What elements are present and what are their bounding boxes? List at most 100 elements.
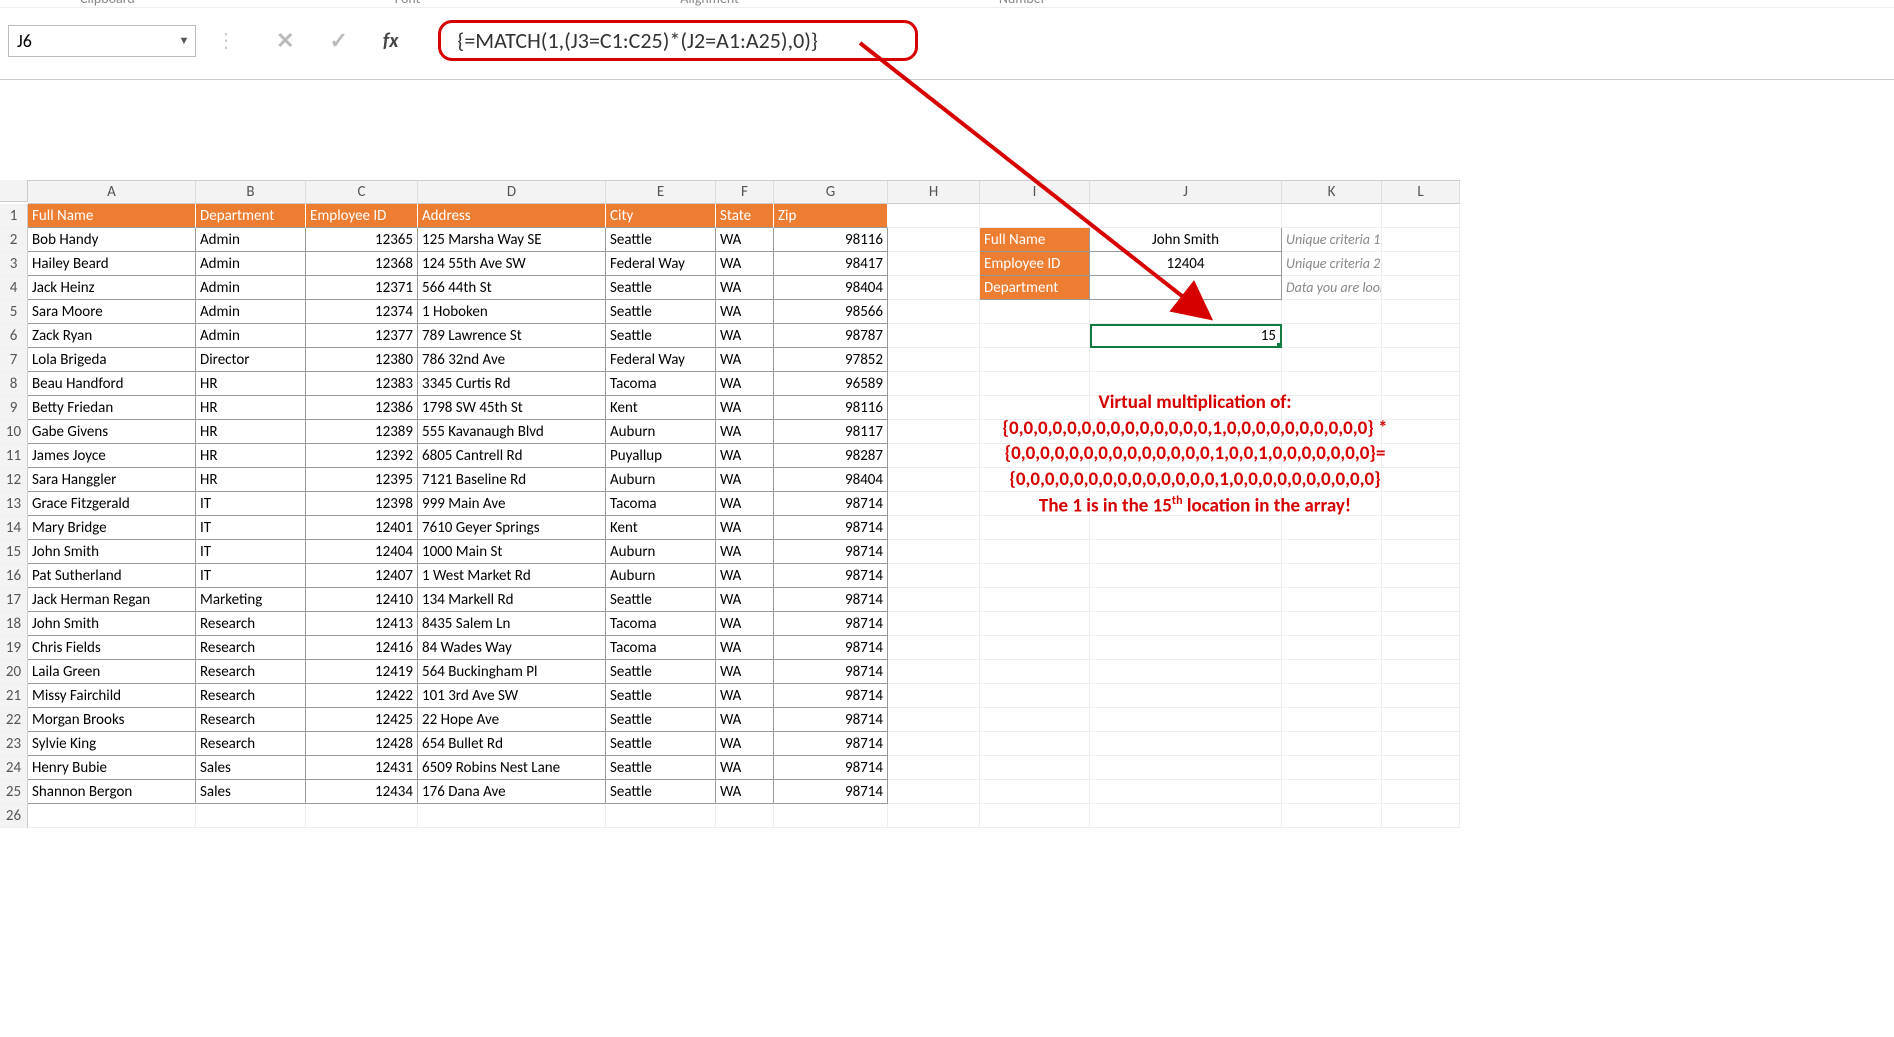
cell[interactable]: [1382, 540, 1460, 564]
cell[interactable]: [888, 708, 980, 732]
cell-name[interactable]: Mary Bridge: [28, 516, 196, 540]
cell[interactable]: [888, 252, 980, 276]
cell[interactable]: [1090, 684, 1282, 708]
cell[interactable]: [888, 516, 980, 540]
cell[interactable]: [980, 348, 1090, 372]
cell-city[interactable]: Seattle: [606, 228, 716, 252]
cell[interactable]: [1382, 780, 1460, 804]
cell[interactable]: [1282, 732, 1382, 756]
name-box-value[interactable]: J6: [9, 28, 173, 54]
cell-state[interactable]: WA: [716, 444, 774, 468]
cell-state[interactable]: WA: [716, 252, 774, 276]
col-header[interactable]: I: [980, 181, 1090, 204]
cell[interactable]: [606, 804, 716, 828]
cell[interactable]: [888, 612, 980, 636]
cell-id[interactable]: 12398: [306, 492, 418, 516]
cell[interactable]: [980, 516, 1090, 540]
cell-name[interactable]: Shannon Bergon: [28, 780, 196, 804]
cell[interactable]: [980, 780, 1090, 804]
cell-state[interactable]: WA: [716, 348, 774, 372]
cell-id[interactable]: 12413: [306, 612, 418, 636]
cell-name[interactable]: Bob Handy: [28, 228, 196, 252]
row-header[interactable]: 16: [0, 564, 28, 588]
cell-name[interactable]: Laila Green: [28, 660, 196, 684]
row-header[interactable]: 9: [0, 396, 28, 420]
row-header[interactable]: 25: [0, 780, 28, 804]
cell[interactable]: [716, 804, 774, 828]
cell[interactable]: [1282, 660, 1382, 684]
header-zip[interactable]: Zip: [774, 204, 888, 228]
cell-state[interactable]: WA: [716, 756, 774, 780]
row-header[interactable]: 20: [0, 660, 28, 684]
cell-city[interactable]: Puyallup: [606, 444, 716, 468]
cell-name[interactable]: Sara Moore: [28, 300, 196, 324]
row-header[interactable]: 1: [0, 204, 28, 228]
cell-addr[interactable]: 555 Kavanaugh Blvd: [418, 420, 606, 444]
cell-state[interactable]: WA: [716, 684, 774, 708]
cell-zip[interactable]: 98287: [774, 444, 888, 468]
cell-zip[interactable]: 98116: [774, 396, 888, 420]
cell-zip[interactable]: 98714: [774, 684, 888, 708]
cell[interactable]: [1282, 612, 1382, 636]
cell-state[interactable]: WA: [716, 372, 774, 396]
cell-zip[interactable]: 96589: [774, 372, 888, 396]
cell-addr[interactable]: 3345 Curtis Rd: [418, 372, 606, 396]
cell[interactable]: [888, 588, 980, 612]
cell-state[interactable]: WA: [716, 276, 774, 300]
select-all-corner[interactable]: [0, 180, 28, 202]
cell-dept[interactable]: Admin: [196, 252, 306, 276]
cell[interactable]: [980, 300, 1090, 324]
cell[interactable]: [980, 732, 1090, 756]
cell[interactable]: [1382, 252, 1460, 276]
cell-name[interactable]: Zack Ryan: [28, 324, 196, 348]
cell-zip[interactable]: 98714: [774, 492, 888, 516]
cell-zip[interactable]: 98566: [774, 300, 888, 324]
cell-id[interactable]: 12389: [306, 420, 418, 444]
cell-addr[interactable]: 789 Lawrence St: [418, 324, 606, 348]
cell-addr[interactable]: 22 Hope Ave: [418, 708, 606, 732]
note[interactable]: Unique criteria 2: [1282, 252, 1382, 276]
cell-addr[interactable]: 999 Main Ave: [418, 492, 606, 516]
cell-addr[interactable]: 124 55th Ave SW: [418, 252, 606, 276]
cell[interactable]: [196, 804, 306, 828]
cell-dept[interactable]: HR: [196, 444, 306, 468]
cell-dept[interactable]: IT: [196, 516, 306, 540]
cell-city[interactable]: Seattle: [606, 732, 716, 756]
cell[interactable]: [1382, 276, 1460, 300]
cell[interactable]: [980, 204, 1090, 228]
cell[interactable]: [1090, 348, 1282, 372]
dropdown-icon[interactable]: ▼: [173, 34, 195, 47]
cell-zip[interactable]: 98714: [774, 564, 888, 588]
cell[interactable]: [888, 636, 980, 660]
cell-city[interactable]: Seattle: [606, 780, 716, 804]
row-header[interactable]: 12: [0, 468, 28, 492]
cell[interactable]: [1282, 540, 1382, 564]
formula-input[interactable]: {=MATCH(1,(J3=C1:C25)*(J2=A1:A25),0)}: [438, 20, 918, 61]
cell-state[interactable]: WA: [716, 660, 774, 684]
cell-zip[interactable]: 98714: [774, 660, 888, 684]
row-header[interactable]: 15: [0, 540, 28, 564]
cell-addr[interactable]: 654 Bullet Rd: [418, 732, 606, 756]
cell-zip[interactable]: 98404: [774, 468, 888, 492]
cell-dept[interactable]: Admin: [196, 276, 306, 300]
cell-state[interactable]: WA: [716, 636, 774, 660]
header-department[interactable]: Department: [196, 204, 306, 228]
cell[interactable]: [1090, 300, 1282, 324]
cell[interactable]: [1282, 684, 1382, 708]
cell-addr[interactable]: 176 Dana Ave: [418, 780, 606, 804]
cell-dept[interactable]: IT: [196, 564, 306, 588]
cell-addr[interactable]: 125 Marsha Way SE: [418, 228, 606, 252]
col-header[interactable]: D: [418, 181, 606, 204]
cell[interactable]: [888, 684, 980, 708]
cell[interactable]: [1282, 636, 1382, 660]
cell[interactable]: [888, 228, 980, 252]
cell-name[interactable]: John Smith: [28, 540, 196, 564]
cell-city[interactable]: Seattle: [606, 324, 716, 348]
cell[interactable]: [1382, 564, 1460, 588]
cell[interactable]: [1090, 732, 1282, 756]
cell[interactable]: [1090, 660, 1282, 684]
cell-state[interactable]: WA: [716, 516, 774, 540]
cell-dept[interactable]: Marketing: [196, 588, 306, 612]
cell[interactable]: [980, 564, 1090, 588]
cell[interactable]: [1090, 612, 1282, 636]
